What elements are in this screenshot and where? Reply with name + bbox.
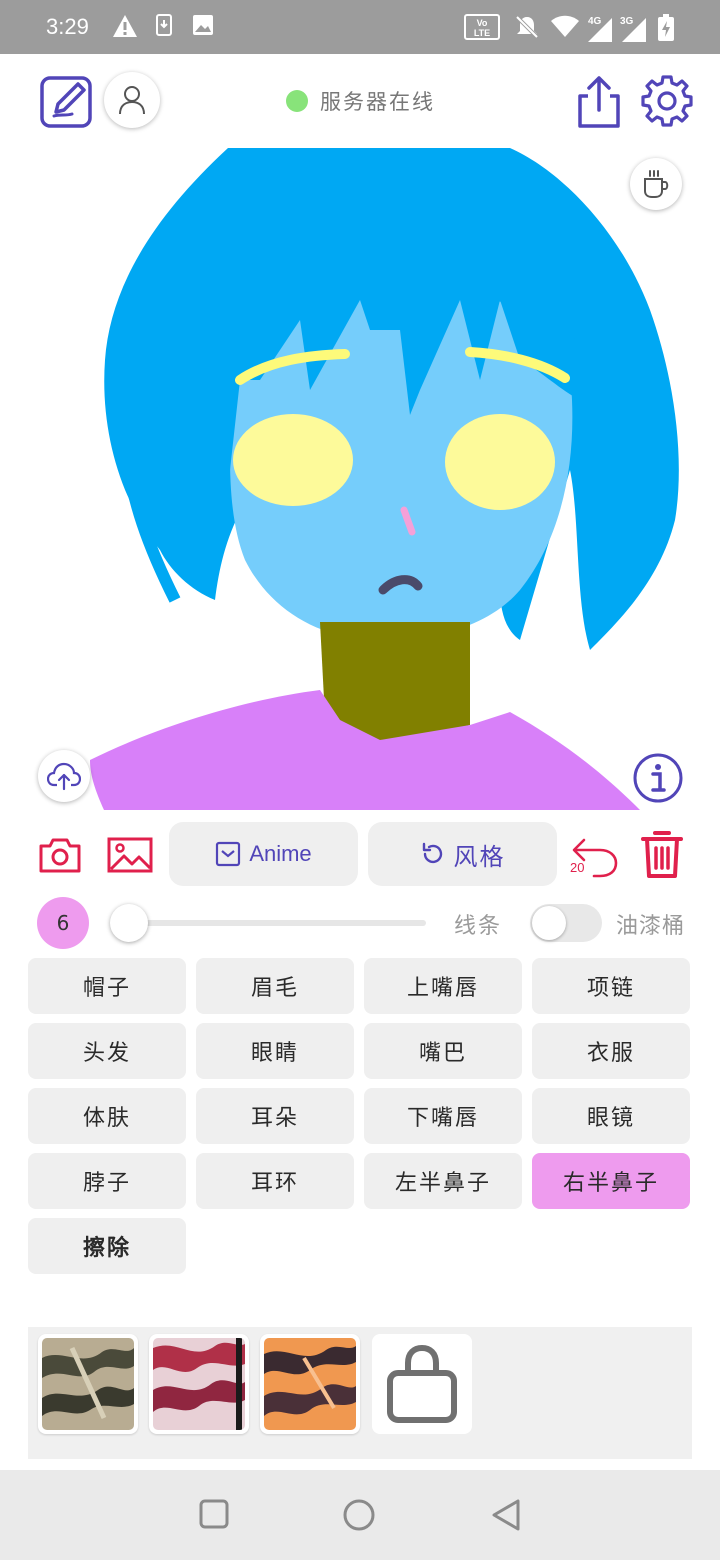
part-upper-lip[interactable]: 上嘴唇 — [364, 958, 522, 1014]
home-icon[interactable] — [342, 1498, 376, 1532]
coffee-button[interactable] — [630, 158, 682, 210]
trash-icon — [641, 831, 683, 878]
gallery-button[interactable] — [106, 836, 154, 878]
edit-button[interactable] — [38, 74, 94, 130]
style-swatch-1-image — [42, 1338, 134, 1430]
volte-icon: VoLTE — [464, 14, 500, 40]
info-icon — [633, 753, 683, 803]
clear-canvas-button[interactable] — [640, 828, 684, 884]
part-glasses[interactable]: 眼镜 — [532, 1088, 690, 1144]
part-mouth[interactable]: 嘴巴 — [364, 1023, 522, 1079]
part-selector-grid: 帽子 眉毛 上嘴唇 项链 头发 眼睛 嘴巴 衣服 体肤 耳朵 下嘴唇 眼镜 脖子… — [28, 958, 692, 1274]
cloud-upload-icon — [47, 762, 81, 791]
part-earrings[interactable]: 耳环 — [196, 1153, 354, 1209]
download-icon — [156, 14, 172, 36]
style-swatch-3-image — [264, 1338, 356, 1430]
part-hair[interactable]: 头发 — [28, 1023, 186, 1079]
status-time: 3:29 — [46, 14, 89, 39]
svg-text:4G: 4G — [588, 16, 602, 27]
bucket-toggle-knob — [532, 906, 566, 940]
bucket-mode-label: 油漆桶 — [616, 914, 686, 939]
upload-button[interactable] — [38, 750, 90, 802]
signal-3g-icon: 3G — [620, 16, 646, 42]
camera-icon — [39, 838, 81, 873]
wifi-icon — [551, 15, 579, 37]
style-swatch-3[interactable] — [260, 1334, 360, 1434]
image-icon — [193, 15, 213, 35]
restyle-button[interactable]: 风格 — [368, 822, 557, 886]
undo-count: 20 — [570, 860, 585, 875]
shopping-bag-icon — [387, 1344, 457, 1423]
undo-button[interactable]: 20 — [568, 830, 620, 882]
line-mode-label: 线条 — [454, 914, 503, 939]
style-swatch-1[interactable] — [38, 1334, 138, 1434]
svg-text:3G: 3G — [620, 16, 634, 27]
part-necklace[interactable]: 项链 — [532, 958, 690, 1014]
navigation-bar — [0, 1470, 720, 1560]
gear-icon — [641, 75, 693, 127]
part-lower-lip[interactable]: 下嘴唇 — [364, 1088, 522, 1144]
info-button[interactable] — [632, 752, 684, 804]
part-clothes[interactable]: 衣服 — [532, 1023, 690, 1079]
brush-size-slider-track[interactable] — [118, 920, 426, 926]
settings-button[interactable] — [640, 74, 694, 128]
style-swatch-2[interactable] — [149, 1334, 249, 1434]
rotate-icon — [422, 842, 442, 864]
status-bar: 3:29 Vo LTE 4G 3G — [0, 0, 720, 54]
back-icon[interactable] — [490, 1498, 522, 1532]
drawing-sketch — [90, 148, 679, 810]
restyle-label: 风格 — [453, 842, 506, 871]
anime-style-label: Anime — [249, 841, 312, 866]
profile-button[interactable] — [104, 72, 160, 128]
style-palette — [28, 1327, 692, 1459]
brush-size-value: 6 — [56, 911, 70, 935]
style-shop-button[interactable] — [372, 1334, 472, 1434]
part-left-nose[interactable]: 左半鼻子 — [364, 1153, 522, 1209]
anime-style-button[interactable]: Anime — [169, 822, 358, 886]
alert-icon — [113, 15, 137, 37]
part-skin[interactable]: 体肤 — [28, 1088, 186, 1144]
mute-icon — [515, 15, 539, 39]
part-ears[interactable]: 耳朵 — [196, 1088, 354, 1144]
signal-4g-icon: 4G — [588, 16, 612, 42]
battery-charging-icon — [658, 14, 674, 41]
edit-icon — [40, 76, 92, 128]
top-bar: 服务器在线 — [0, 54, 720, 148]
camera-button[interactable] — [38, 836, 82, 878]
share-icon — [578, 76, 620, 128]
server-status-dot — [286, 90, 308, 112]
tool-row: Anime 风格 20 — [0, 816, 720, 892]
image-frame-icon — [216, 841, 241, 867]
part-eyes[interactable]: 眼睛 — [196, 1023, 354, 1079]
style-swatch-2-image — [153, 1338, 245, 1430]
user-icon — [119, 86, 145, 115]
brush-size-badge: 6 — [37, 897, 89, 949]
server-status-label: 服务器在线 — [320, 90, 435, 114]
part-erase[interactable]: 擦除 — [28, 1218, 186, 1274]
brush-size-slider-thumb[interactable] — [110, 904, 148, 942]
share-button[interactable] — [574, 74, 624, 130]
part-right-nose[interactable]: 右半鼻子 — [532, 1153, 690, 1209]
coffee-cup-icon — [644, 170, 669, 198]
image-gallery-icon — [107, 837, 153, 873]
part-hat[interactable]: 帽子 — [28, 958, 186, 1014]
part-neck[interactable]: 脖子 — [28, 1153, 186, 1209]
brush-controls: 6 线条 油漆桶 — [0, 896, 720, 950]
bucket-toggle[interactable] — [530, 904, 602, 942]
server-status: 服务器在线 — [286, 86, 435, 116]
part-eyebrows[interactable]: 眉毛 — [196, 958, 354, 1014]
recent-apps-icon[interactable] — [198, 1498, 230, 1530]
svg-text:Vo: Vo — [477, 18, 488, 28]
svg-text:LTE: LTE — [474, 28, 490, 38]
drawing-canvas[interactable] — [0, 148, 720, 810]
